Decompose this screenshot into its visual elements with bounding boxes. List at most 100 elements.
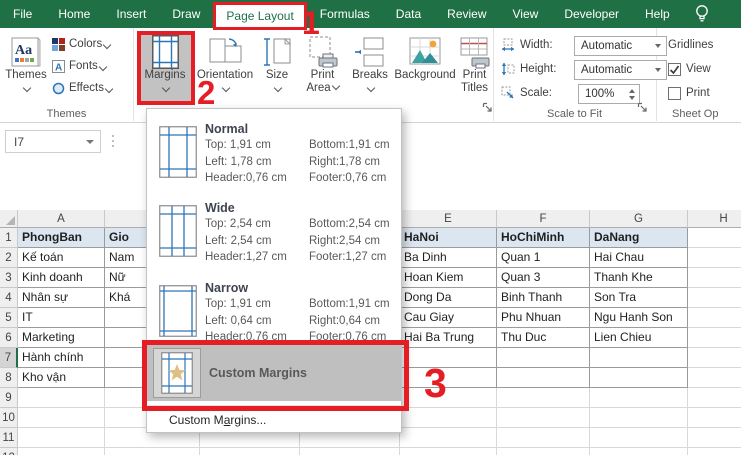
cell-H9[interactable] (688, 388, 741, 408)
col-header-E[interactable]: E (400, 210, 497, 228)
tab-formulas[interactable]: Formulas (307, 0, 383, 28)
cell-F3[interactable]: Quan 3 (497, 268, 590, 288)
cell-E8[interactable] (400, 368, 497, 388)
cell-E1[interactable]: HaNoi (400, 228, 497, 248)
cell-G2[interactable]: Hai Chau (590, 248, 688, 268)
cell-A5[interactable]: IT (18, 308, 105, 328)
ideas-lightbulb-icon[interactable] (693, 3, 711, 30)
cell-E2[interactable]: Ba Dinh (400, 248, 497, 268)
cell-A6[interactable]: Marketing (18, 328, 105, 348)
cell-A7[interactable]: Hành chính (18, 348, 105, 368)
cell-E12[interactable] (400, 448, 497, 455)
checkbox-unchecked-icon[interactable] (668, 86, 681, 100)
tab-help[interactable]: Help (632, 0, 683, 28)
cell-G3[interactable]: Thanh Khe (590, 268, 688, 288)
width-combobox[interactable]: Automatic (574, 36, 667, 56)
cell-G1[interactable]: DaNang (590, 228, 688, 248)
cell-F6[interactable]: Thu Duc (497, 328, 590, 348)
cell-A12[interactable] (18, 448, 105, 455)
cell-G12[interactable] (590, 448, 688, 455)
cell-F11[interactable] (497, 428, 590, 448)
cell-E9[interactable] (400, 388, 497, 408)
cell-H12[interactable] (688, 448, 741, 455)
cell-H8[interactable] (688, 368, 741, 388)
cell-H11[interactable] (688, 428, 741, 448)
spinner-arrows-icon[interactable] (629, 88, 639, 100)
cell-A2[interactable]: Kế toán (18, 248, 105, 268)
cell-H6[interactable] (688, 328, 741, 348)
background-button[interactable]: Background (394, 31, 456, 82)
row-header-4[interactable]: 4 (0, 288, 18, 308)
row-header-12[interactable]: 12 (0, 448, 18, 455)
cell-F9[interactable] (497, 388, 590, 408)
cell-D12[interactable] (300, 448, 400, 455)
print-titles-button[interactable]: Print Titles (458, 31, 491, 95)
row-header-5[interactable]: 5 (0, 308, 18, 328)
cell-G5[interactable]: Ngu Hanh Son (590, 308, 688, 328)
cell-F10[interactable] (497, 408, 590, 428)
cell-A9[interactable] (18, 388, 105, 408)
row-header-1[interactable]: 1 (0, 228, 18, 248)
row-header-3[interactable]: 3 (0, 268, 18, 288)
menu-item-narrow[interactable]: Narrow Top: 1,91 cm Bottom:1,91 cm Left: … (147, 275, 401, 353)
row-header-7[interactable]: 7 (0, 348, 18, 368)
cell-E11[interactable] (400, 428, 497, 448)
menu-item-normal[interactable]: Normal Top: 1,91 cm Bottom:1,91 cm Left: … (147, 116, 401, 194)
cell-G6[interactable]: Lien Chieu (590, 328, 688, 348)
col-header-F[interactable]: F (497, 210, 590, 228)
row-header-11[interactable]: 11 (0, 428, 18, 448)
cell-B12[interactable] (105, 448, 200, 455)
cell-E10[interactable] (400, 408, 497, 428)
cell-E3[interactable]: Hoan Kiem (400, 268, 497, 288)
row-header-8[interactable]: 8 (0, 368, 18, 388)
menu-item-custom-margins[interactable]: Custom Margins (147, 345, 401, 401)
cell-G8[interactable] (590, 368, 688, 388)
gridlines-view-checkbox[interactable]: View (668, 60, 711, 78)
cell-F2[interactable]: Quan 1 (497, 248, 590, 268)
height-combobox[interactable]: Automatic (574, 60, 667, 80)
print-area-button[interactable]: Print Area (300, 31, 345, 95)
cell-H2[interactable] (688, 248, 741, 268)
fonts-button[interactable]: A Fonts (52, 57, 108, 75)
col-header-H[interactable]: H (688, 210, 741, 228)
scale-spinner[interactable]: 100% (578, 84, 640, 104)
cell-E6[interactable]: Hai Ba Trung (400, 328, 497, 348)
scale-to-fit-dialog-launcher[interactable] (637, 100, 648, 118)
page-setup-dialog-launcher[interactable] (482, 100, 493, 118)
col-header-G[interactable]: G (590, 210, 688, 228)
cell-A1[interactable]: PhongBan (18, 228, 105, 248)
cell-F5[interactable]: Phu Nhuan (497, 308, 590, 328)
cell-F7[interactable] (497, 348, 590, 368)
cell-G10[interactable] (590, 408, 688, 428)
cell-E5[interactable]: Cau Giay (400, 308, 497, 328)
cell-A3[interactable]: Kinh doanh (18, 268, 105, 288)
tab-review[interactable]: Review (434, 0, 499, 28)
menu-item-custom-margins-dialog[interactable]: Custom Margins... (147, 407, 401, 433)
name-box[interactable]: I7 (5, 130, 101, 153)
cell-F1[interactable]: HoChiMinh (497, 228, 590, 248)
row-header-9[interactable]: 9 (0, 388, 18, 408)
col-header-A[interactable]: A (18, 210, 105, 228)
effects-button[interactable]: Effects (52, 79, 114, 97)
orientation-button[interactable]: Orientation (196, 31, 254, 93)
size-button[interactable]: Size (257, 31, 297, 93)
colors-button[interactable]: Colors (52, 35, 112, 53)
tab-home[interactable]: Home (45, 0, 103, 28)
tab-page-layout[interactable]: Page Layout (213, 2, 307, 30)
tab-view[interactable]: View (500, 0, 552, 28)
cell-A11[interactable] (18, 428, 105, 448)
cell-H3[interactable] (688, 268, 741, 288)
tab-data[interactable]: Data (383, 0, 434, 28)
row-header-10[interactable]: 10 (0, 408, 18, 428)
cell-F12[interactable] (497, 448, 590, 455)
cell-G9[interactable] (590, 388, 688, 408)
cell-F4[interactable]: Binh Thanh (497, 288, 590, 308)
row-header-2[interactable]: 2 (0, 248, 18, 268)
cell-A8[interactable]: Kho vận (18, 368, 105, 388)
tab-insert[interactable]: Insert (103, 0, 159, 28)
cell-E4[interactable]: Dong Da (400, 288, 497, 308)
cell-H4[interactable] (688, 288, 741, 308)
cell-H1[interactable] (688, 228, 741, 248)
cell-G7[interactable] (590, 348, 688, 368)
cell-H10[interactable] (688, 408, 741, 428)
